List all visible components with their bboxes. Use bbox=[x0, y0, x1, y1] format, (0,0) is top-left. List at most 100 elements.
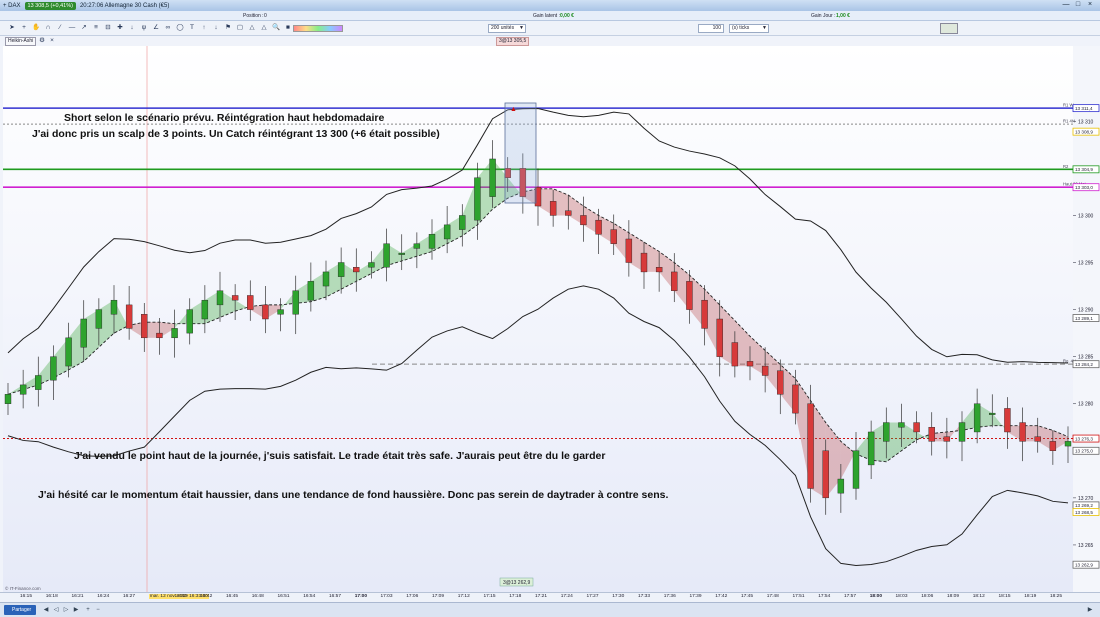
ticks-unit-select[interactable]: (s) ticks ▼ bbox=[729, 24, 769, 33]
candle-body[interactable] bbox=[262, 304, 269, 320]
candle-body[interactable] bbox=[19, 384, 27, 395]
cross-line-icon[interactable]: ✚ bbox=[116, 24, 124, 32]
close-indicator-icon[interactable]: × bbox=[48, 37, 56, 45]
candle-body[interactable] bbox=[474, 177, 481, 221]
price-chart[interactable]: R1 WR1 4HR2Haut 20 MaiRo. 4HS1 ▲ 13 3101… bbox=[0, 46, 1100, 592]
hand-icon[interactable]: ✋ bbox=[32, 24, 40, 32]
channel-icon[interactable]: ≡ bbox=[92, 24, 100, 32]
candle-body[interactable] bbox=[141, 314, 148, 339]
ticks-input[interactable]: 100 bbox=[698, 24, 724, 33]
candle-body[interactable] bbox=[807, 403, 814, 489]
candle-body[interactable] bbox=[50, 356, 57, 381]
maximize-icon[interactable]: □ bbox=[1074, 1, 1082, 9]
candle-body[interactable] bbox=[1049, 441, 1057, 451]
candle-body[interactable] bbox=[201, 299, 209, 320]
color-swatches[interactable] bbox=[293, 25, 343, 32]
share-button[interactable]: Partager bbox=[4, 605, 36, 615]
candle-body[interactable] bbox=[1004, 408, 1011, 433]
candle-body[interactable] bbox=[1064, 441, 1072, 447]
settings-icon[interactable]: ⚙ bbox=[38, 37, 46, 45]
minimize-icon[interactable]: — bbox=[1062, 1, 1070, 9]
ellipse-icon[interactable]: ◯ bbox=[176, 24, 184, 32]
candle-body[interactable] bbox=[1034, 436, 1041, 442]
candle-body[interactable] bbox=[610, 229, 617, 244]
color-palette-icon[interactable]: ■ bbox=[284, 24, 292, 32]
rectangle-icon[interactable]: ▢ bbox=[236, 24, 244, 32]
candle-body[interactable] bbox=[867, 431, 875, 466]
candle-body[interactable] bbox=[716, 318, 723, 357]
candle-body[interactable] bbox=[989, 412, 996, 415]
candle-body[interactable] bbox=[186, 309, 193, 334]
candle-body[interactable] bbox=[125, 304, 133, 329]
crosshair-icon[interactable]: + bbox=[20, 24, 28, 32]
scroll-end-icon[interactable]: ▶ bbox=[1086, 606, 1094, 614]
close-icon[interactable]: × bbox=[1086, 1, 1094, 9]
candle-body[interactable] bbox=[368, 262, 375, 268]
ray-icon[interactable]: ↗ bbox=[80, 24, 88, 32]
candle-body[interactable] bbox=[35, 375, 42, 390]
candle-body[interactable] bbox=[171, 328, 178, 339]
candle-body[interactable] bbox=[428, 234, 436, 249]
candle-body[interactable] bbox=[247, 295, 254, 310]
candle-body[interactable] bbox=[973, 403, 981, 433]
indicator-tag[interactable]: Heikin-Ashi bbox=[5, 37, 37, 46]
prev-page-icon[interactable]: ◁ bbox=[52, 606, 60, 614]
candle-body[interactable] bbox=[80, 318, 87, 348]
candle-body[interactable] bbox=[580, 215, 587, 226]
candle-body[interactable] bbox=[549, 201, 557, 216]
candle-body[interactable] bbox=[655, 267, 663, 273]
candle-body[interactable] bbox=[292, 290, 299, 315]
arrow-down-icon[interactable]: ↓ bbox=[212, 24, 220, 32]
candle-body[interactable] bbox=[156, 332, 163, 339]
candle-body[interactable] bbox=[383, 243, 390, 268]
pitchfork-icon[interactable]: ψ bbox=[140, 24, 148, 32]
zoom-in-icon[interactable]: + bbox=[84, 606, 92, 614]
flag-icon[interactable]: ⚑ bbox=[224, 24, 232, 32]
arrow-up-icon[interactable]: ↑ bbox=[200, 24, 208, 32]
cursor-icon[interactable]: ➤ bbox=[8, 24, 16, 32]
trade-selection-box[interactable] bbox=[504, 102, 537, 204]
line-icon[interactable]: ― bbox=[68, 24, 76, 32]
candle-body[interactable] bbox=[943, 436, 951, 442]
candle-body[interactable] bbox=[459, 215, 466, 230]
candle-body[interactable] bbox=[322, 271, 330, 287]
candle-body[interactable] bbox=[443, 224, 451, 240]
candle-body[interactable] bbox=[413, 243, 421, 249]
fibonacci-icon[interactable]: ⊟ bbox=[104, 24, 112, 32]
candle-body[interactable] bbox=[231, 295, 239, 301]
units-select[interactable]: 200 unités ▼ bbox=[488, 24, 526, 33]
candle-body[interactable] bbox=[565, 210, 572, 216]
candle-body[interactable] bbox=[307, 281, 315, 301]
candle-body[interactable] bbox=[883, 422, 890, 442]
next-page-icon[interactable]: ▷ bbox=[62, 606, 70, 614]
cycle-icon[interactable]: ∞ bbox=[164, 24, 172, 32]
candle-body[interactable] bbox=[761, 365, 769, 376]
candle-body[interactable] bbox=[852, 450, 860, 489]
last-page-icon[interactable]: ▶ bbox=[72, 606, 80, 614]
candle-body[interactable] bbox=[353, 267, 360, 273]
trendline-icon[interactable]: ∕ bbox=[56, 24, 64, 32]
candle-body[interactable] bbox=[95, 309, 103, 329]
magnet-icon[interactable]: ∩ bbox=[44, 24, 52, 32]
candle-body[interactable] bbox=[65, 337, 72, 367]
candle-body[interactable] bbox=[277, 309, 284, 315]
candle-body[interactable] bbox=[913, 422, 920, 433]
candle-body[interactable] bbox=[216, 290, 224, 306]
candle-body[interactable] bbox=[731, 342, 739, 367]
candle-body[interactable] bbox=[822, 450, 829, 499]
arrow-icon[interactable]: ↓ bbox=[128, 24, 136, 32]
candle-body[interactable] bbox=[625, 238, 633, 263]
candle-body[interactable] bbox=[640, 252, 648, 273]
triangle-icon[interactable]: △ bbox=[248, 24, 256, 32]
candle-body[interactable] bbox=[4, 394, 12, 404]
candle-body[interactable] bbox=[792, 384, 799, 414]
candle-body[interactable] bbox=[958, 422, 966, 442]
candle-body[interactable] bbox=[489, 158, 496, 197]
candle-body[interactable] bbox=[777, 370, 784, 395]
candle-body[interactable] bbox=[746, 361, 754, 367]
candle-body[interactable] bbox=[110, 299, 118, 315]
triangle-outline-icon[interactable]: △ bbox=[260, 24, 268, 32]
candle-body[interactable] bbox=[337, 262, 345, 277]
candle-body[interactable] bbox=[671, 271, 678, 291]
candle-body[interactable] bbox=[701, 299, 708, 329]
